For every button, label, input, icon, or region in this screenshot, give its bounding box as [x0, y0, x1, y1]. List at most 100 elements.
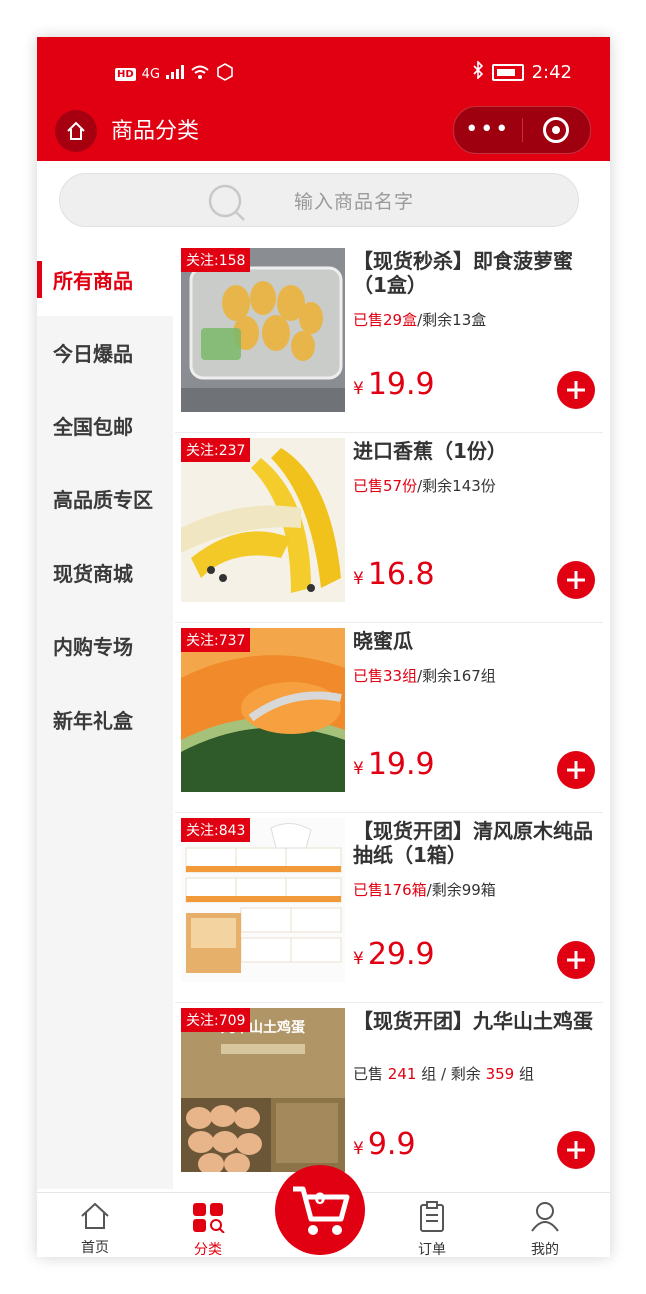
product-sales: 已售33组/剩余167组: [353, 665, 496, 686]
clipboard-icon: [420, 1201, 444, 1232]
product-title[interactable]: 【现货开团】清风原木纯品抽纸（1箱）: [353, 819, 593, 867]
sidebar-item-new-year-gifts[interactable]: 新年礼盒: [37, 683, 173, 756]
product-sales: 已售29盒/剩余13盒: [353, 309, 486, 330]
currency-symbol: ¥: [353, 1139, 364, 1159]
network-type: 4G: [141, 66, 161, 82]
sold-count: 已售57份: [353, 477, 418, 495]
remaining-count: /剩余167组: [417, 667, 496, 685]
tab-label: 订单: [418, 1242, 446, 1257]
cart-count: 0: [314, 1189, 326, 1208]
tab-label: 分类: [194, 1242, 222, 1257]
battery-icon: [491, 64, 524, 81]
remaining-count: /剩余13盒: [417, 311, 487, 329]
target-icon: [543, 117, 570, 143]
close-miniprogram-button[interactable]: [523, 117, 591, 143]
price-value: 16.8: [367, 557, 435, 592]
sidebar-item-in-stock[interactable]: 现货商城: [37, 536, 173, 609]
currency-symbol: ¥: [353, 949, 364, 969]
add-to-cart-button[interactable]: [557, 1131, 595, 1169]
sidebar-item-free-shipping[interactable]: 全国包邮: [37, 389, 173, 462]
follow-count-badge: 关注:158: [181, 248, 251, 272]
product-title[interactable]: 【现货秒杀】即食菠萝蜜（1盒）: [353, 249, 593, 297]
product-price: ¥9.9: [353, 1127, 416, 1162]
category-sidebar: 所有商品 今日爆品 全国包邮 高品质专区 现货商城 内购专场 新年礼盒: [37, 243, 173, 1189]
price-value: 19.9: [367, 367, 435, 402]
plus-icon: [567, 761, 585, 779]
product-list: 关注:158 【现货秒杀】即食菠萝蜜（1盒） 已售29盒/剩余13盒 ¥19.9: [175, 243, 603, 1189]
add-to-cart-button[interactable]: [557, 941, 595, 979]
product-sales: 已售 241 组 / 剩余 359 组: [353, 1063, 534, 1084]
sidebar-item-high-quality[interactable]: 高品质专区: [37, 462, 173, 535]
plus-icon: [567, 381, 585, 399]
page-title: 商品分类: [111, 119, 200, 144]
price-value: 19.9: [367, 747, 435, 782]
hand-icon: [216, 63, 234, 85]
tab-home[interactable]: 首页: [55, 1201, 135, 1257]
more-menu-button[interactable]: •••: [454, 107, 522, 153]
list-item[interactable]: 九华山土鸡蛋 关注:709 【现货开团】九华山土鸡蛋 已售 241 组 / 剩余…: [175, 1003, 603, 1189]
price-value: 29.9: [367, 937, 435, 972]
currency-symbol: ¥: [353, 379, 364, 399]
sidebar-item-hot-today[interactable]: 今日爆品: [37, 316, 173, 389]
add-to-cart-button[interactable]: [557, 751, 595, 789]
mini-program-capsule: •••: [453, 106, 591, 154]
home-icon: [81, 1202, 109, 1229]
list-item[interactable]: 关注:237 进口香蕉（1份） 已售57份/剩余143份 ¥16.8: [175, 433, 603, 623]
list-item[interactable]: 关注:158 【现货秒杀】即食菠萝蜜（1盒） 已售29盒/剩余13盒 ¥19.9: [175, 243, 603, 433]
tab-orders[interactable]: 订单: [392, 1201, 472, 1257]
plus-icon: [567, 1141, 585, 1159]
add-to-cart-button[interactable]: [557, 371, 595, 409]
follow-count-badge: 关注:737: [181, 628, 251, 652]
user-icon: [531, 1202, 559, 1232]
plus-icon: [567, 571, 585, 589]
status-bar-left: HD 4G: [115, 63, 234, 85]
search-input[interactable]: 输入商品名字: [59, 173, 579, 227]
add-to-cart-button[interactable]: [557, 561, 595, 599]
product-image[interactable]: [181, 248, 345, 412]
top-bar: HD 4G 2:42 商品分类 •••: [37, 37, 610, 161]
product-image[interactable]: [181, 628, 345, 792]
home-button[interactable]: [55, 110, 97, 152]
hd-badge: HD: [115, 67, 136, 81]
tab-category[interactable]: 分类: [168, 1201, 248, 1257]
currency-symbol: ¥: [353, 569, 364, 589]
tab-profile[interactable]: 我的: [505, 1201, 585, 1257]
product-image[interactable]: [181, 818, 345, 982]
product-sales: 已售176箱/剩余99箱: [353, 879, 496, 900]
remaining-count: /剩余143份: [417, 477, 496, 495]
sales-suffix: 组: [514, 1065, 534, 1083]
bluetooth-icon: [472, 60, 484, 84]
product-title[interactable]: 晓蜜瓜: [353, 629, 593, 653]
sold-count: 已售29盒: [353, 311, 418, 329]
remaining-count: 359: [485, 1065, 515, 1083]
follow-count-badge: 关注:709: [181, 1008, 251, 1032]
category-grid-icon: [193, 1203, 225, 1234]
signal-icon: [166, 65, 185, 83]
product-title[interactable]: 【现货开团】九华山土鸡蛋: [353, 1009, 593, 1033]
tab-label: 首页: [81, 1240, 109, 1256]
list-item[interactable]: 关注:843 【现货开团】清风原木纯品抽纸（1箱） 已售176箱/剩余99箱 ¥…: [175, 813, 603, 1003]
status-bar-right: 2:42: [472, 60, 572, 84]
sidebar-item-internal-purchase[interactable]: 内购专场: [37, 609, 173, 682]
product-sales: 已售57份/剩余143份: [353, 475, 496, 496]
sold-prefix: 已售: [353, 1065, 388, 1083]
price-value: 9.9: [367, 1127, 416, 1162]
follow-count-badge: 关注:237: [181, 438, 251, 462]
plus-icon: [567, 951, 585, 969]
product-image[interactable]: [181, 438, 345, 602]
home-icon: [67, 121, 85, 140]
sold-count: 241: [387, 1065, 417, 1083]
cart-button[interactable]: 0: [275, 1165, 365, 1255]
product-price: ¥19.9: [353, 367, 435, 402]
product-price: ¥16.8: [353, 557, 435, 592]
product-image[interactable]: 九华山土鸡蛋: [181, 1008, 345, 1172]
sidebar-item-all[interactable]: 所有商品: [37, 243, 173, 316]
search-icon: [208, 184, 245, 221]
product-title[interactable]: 进口香蕉（1份）: [353, 439, 593, 463]
follow-count-badge: 关注:843: [181, 818, 251, 842]
clock: 2:42: [531, 62, 572, 83]
product-price: ¥19.9: [353, 747, 435, 782]
list-item[interactable]: 关注:737 晓蜜瓜 已售33组/剩余167组 ¥19.9: [175, 623, 603, 813]
phone-screen: HD 4G 2:42 商品分类 ••• 输入商品名字 所有商品 今日爆品 全国包…: [37, 37, 610, 1257]
sales-separator: 组 / 剩余: [416, 1065, 486, 1083]
